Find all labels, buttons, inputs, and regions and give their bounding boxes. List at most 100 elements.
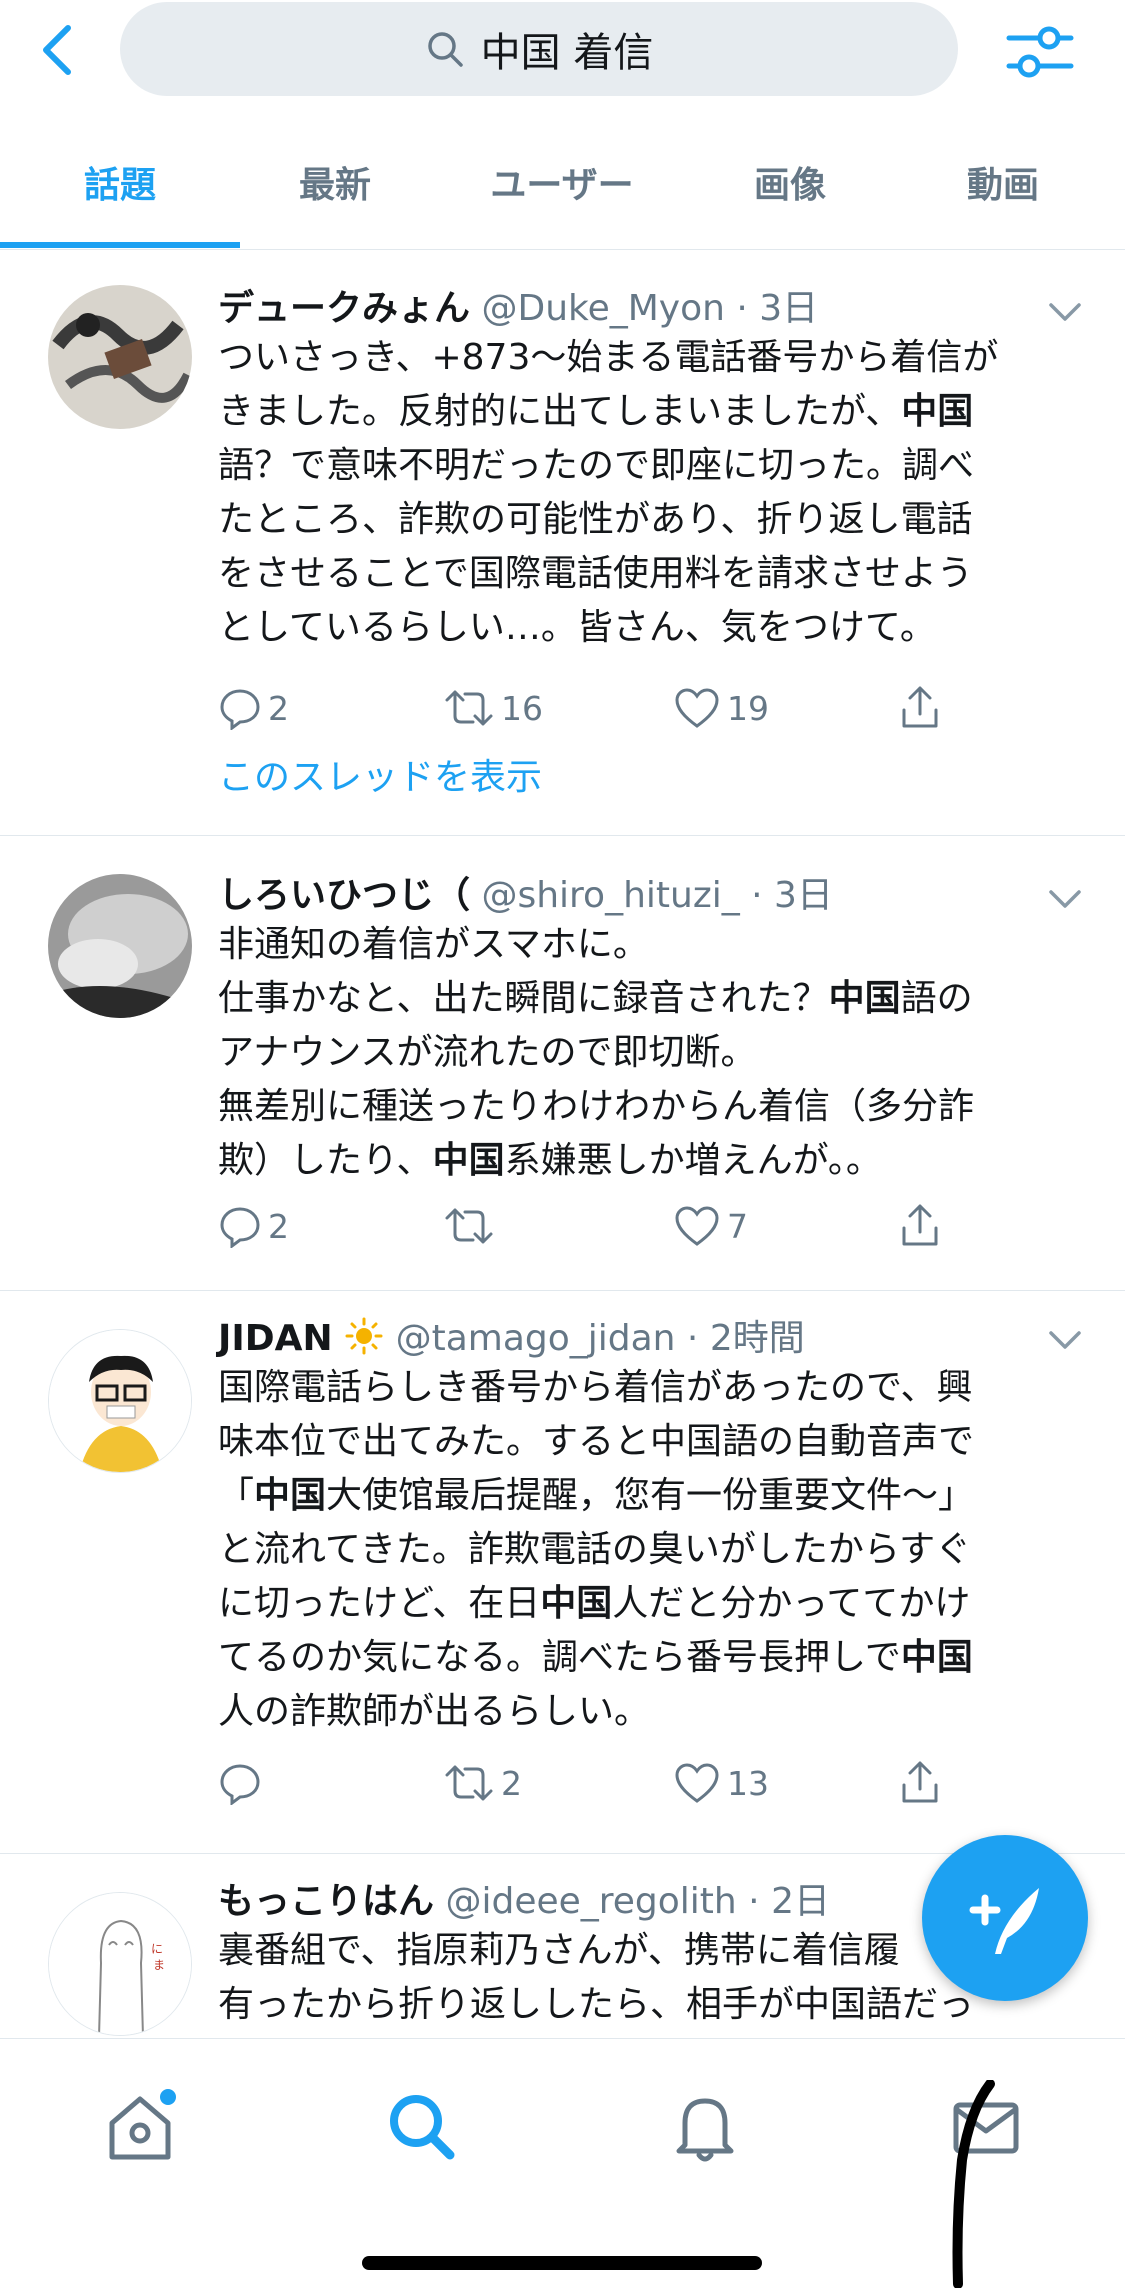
tab-users[interactable]: ユーザー bbox=[462, 156, 662, 208]
tweet-line: 「中国大使馆最后提醒，您有一份重要文件〜」 bbox=[218, 1469, 1088, 1523]
tab-latest[interactable]: 最新 bbox=[235, 156, 435, 208]
show-thread-link[interactable]: このスレッドを表示 bbox=[218, 748, 542, 800]
tweet-actions: 2 16 19 bbox=[218, 678, 1058, 738]
search-query: 中国 着信 bbox=[480, 30, 654, 76]
avatar[interactable] bbox=[48, 874, 192, 1018]
chevron-down-icon bbox=[1049, 890, 1081, 908]
highlight-term: 中国 bbox=[901, 391, 974, 432]
reply-icon bbox=[220, 1207, 260, 1248]
tab-videos[interactable]: 動画 bbox=[903, 156, 1103, 208]
tweet-text-span: 人だと分かっててかけ bbox=[612, 1583, 971, 1624]
tweet-text-span: 系嫌悪しか増えんが。。 bbox=[504, 1140, 882, 1181]
nav-home[interactable] bbox=[100, 2087, 180, 2167]
tweet-text-span: きました。反射的に出てしまいましたが、 bbox=[218, 391, 902, 432]
svg-text:ま: ま bbox=[153, 1958, 165, 1972]
sliders-icon bbox=[1006, 26, 1074, 78]
chevron-left-icon bbox=[43, 25, 71, 75]
display-name[interactable]: デュークみょん bbox=[218, 288, 470, 329]
display-name[interactable]: しろいひつじ（ bbox=[218, 875, 470, 916]
retweet-count: 2 bbox=[501, 1763, 522, 1803]
heart-icon bbox=[675, 1206, 719, 1246]
highlight-term: 中国 bbox=[432, 1140, 505, 1181]
share-button[interactable] bbox=[898, 1196, 948, 1256]
share-button[interactable] bbox=[898, 678, 948, 738]
highlight-term: 中国 bbox=[900, 1637, 973, 1678]
retweet-button[interactable] bbox=[443, 1196, 501, 1256]
tweet-actions: 2 13 bbox=[218, 1753, 1058, 1813]
tweet-text-span: 欺）したり、 bbox=[218, 1140, 433, 1181]
tweet-header: JIDAN @tamago_jidan · 2時間 bbox=[218, 1309, 805, 1361]
highlight-term: 中国 bbox=[254, 1475, 327, 1516]
tweet-line: 欺）したり、中国系嫌悪しか増えんが。。 bbox=[218, 1134, 1088, 1188]
tweet-header: もっこりはん @ideee_regolith · 2日 bbox=[218, 1872, 830, 1924]
search-icon bbox=[427, 32, 463, 67]
home-icon bbox=[109, 2089, 176, 2160]
share-icon bbox=[902, 1761, 938, 1803]
tweet-text-span: に切ったけど、在日 bbox=[218, 1583, 541, 1624]
share-icon bbox=[902, 1204, 938, 1246]
tweet-text: 国際電話らしき番号から着信があったので、興 味本位で出てみた。すると中国語の自動… bbox=[218, 1361, 1088, 1739]
heart-icon bbox=[675, 1763, 719, 1803]
tweet-line: に切ったけど、在日中国人だと分かっててかけ bbox=[218, 1577, 1088, 1631]
bell-icon bbox=[676, 2098, 734, 2162]
tweet-3[interactable]: JIDAN @tamago_jidan · 2時間 国際電話らしき番号から着信が… bbox=[0, 1291, 1125, 1854]
home-indicator-bar[interactable] bbox=[362, 2256, 762, 2270]
tweet-text-span: 大使馆最后提醒，您有一份重要文件〜」 bbox=[326, 1475, 975, 1516]
tweet-menu-button[interactable] bbox=[1045, 1325, 1085, 1355]
highlight-term: 中国 bbox=[828, 978, 901, 1019]
share-icon bbox=[902, 686, 938, 728]
tweet-line: 人の詐欺師が出るらしい。 bbox=[218, 1691, 651, 1732]
reply-button[interactable]: 2 bbox=[218, 1196, 289, 1256]
avatar-image bbox=[49, 1330, 191, 1472]
avatar[interactable] bbox=[48, 285, 192, 429]
tweet-line: 非通知の着信がスマホに。 bbox=[218, 924, 649, 965]
search-filter-button[interactable] bbox=[1005, 22, 1075, 82]
tweet-text-span: 仕事かなと、出た瞬間に録音された？ bbox=[218, 978, 829, 1019]
hand-drawn-line-annotation bbox=[952, 2080, 995, 2288]
tweet-1[interactable]: デュークみょん @Duke_Myon · 3日 ついさっき、+873〜始まる電話… bbox=[0, 251, 1125, 836]
tweet-menu-button[interactable] bbox=[1045, 884, 1085, 914]
like-button[interactable]: 19 bbox=[673, 678, 769, 738]
search-icon bbox=[390, 2095, 455, 2160]
tweet-line: てるのか気になる。調べたら番号長押しで中国 bbox=[218, 1631, 1088, 1685]
tweet-line: アナウンスが流れたので即切断。 bbox=[218, 1032, 757, 1073]
reply-icon bbox=[220, 1764, 260, 1805]
like-count: 19 bbox=[727, 688, 769, 728]
display-name[interactable]: もっこりはん bbox=[218, 1881, 434, 1922]
tweet-line: と流れてきた。詐欺電話の臭いがしたからすぐ bbox=[218, 1529, 972, 1570]
reply-button[interactable] bbox=[218, 1753, 268, 1813]
retweet-icon bbox=[445, 1765, 493, 1801]
like-button[interactable]: 7 bbox=[673, 1196, 748, 1256]
reply-button[interactable]: 2 bbox=[218, 678, 289, 738]
nav-notifications[interactable] bbox=[665, 2087, 745, 2167]
like-button[interactable]: 13 bbox=[673, 1753, 769, 1813]
compose-tweet-button[interactable] bbox=[922, 1835, 1088, 2001]
chevron-down-icon bbox=[1049, 1331, 1081, 1349]
handle-and-time: @shiro_hituzi_ · 3日 bbox=[481, 875, 833, 916]
tweet-2[interactable]: しろいひつじ（ @shiro_hituzi_ · 3日 非通知の着信がスマホに。… bbox=[0, 836, 1125, 1291]
share-button[interactable] bbox=[898, 1753, 948, 1813]
tweet-header: デュークみょん @Duke_Myon · 3日 bbox=[218, 279, 818, 331]
nav-search[interactable] bbox=[382, 2087, 462, 2167]
tweet-text: 非通知の着信がスマホに。 仕事かなと、出た瞬間に録音された？中国語の アナウンス… bbox=[218, 918, 1088, 1188]
avatar[interactable] bbox=[48, 1329, 192, 1473]
tweet-line: 仕事かなと、出た瞬間に録音された？中国語の bbox=[218, 972, 1088, 1026]
search-tabs: 話題 最新 ユーザー 画像 動画 bbox=[0, 120, 1125, 250]
tweet-line: 無差別に種送ったりわけわからん着信（多分詐 bbox=[218, 1086, 975, 1127]
heart-icon bbox=[675, 688, 719, 728]
tweet-line: 国際電話らしき番号から着信があったので、興 bbox=[218, 1367, 973, 1408]
retweet-button[interactable]: 16 bbox=[443, 678, 543, 738]
tab-images[interactable]: 画像 bbox=[690, 156, 890, 208]
retweet-icon bbox=[445, 690, 493, 726]
tweet-line: をさせることで国際電話使用料を請求させよう bbox=[218, 553, 973, 594]
display-name[interactable]: JIDAN bbox=[218, 1318, 333, 1359]
tweet-text: ついさっき、+873〜始まる電話番号から着信が きました。反射的に出てしまいまし… bbox=[218, 331, 1088, 655]
avatar[interactable]: に ま bbox=[48, 1892, 192, 2036]
back-button[interactable] bbox=[30, 20, 90, 80]
svg-text:に: に bbox=[151, 1942, 163, 1956]
tab-top[interactable]: 話題 bbox=[20, 156, 220, 208]
top-bar: 中国 着信 bbox=[0, 0, 1125, 100]
retweet-button[interactable]: 2 bbox=[443, 1753, 522, 1813]
tweet-menu-button[interactable] bbox=[1045, 297, 1085, 327]
search-input[interactable]: 中国 着信 bbox=[120, 2, 958, 96]
